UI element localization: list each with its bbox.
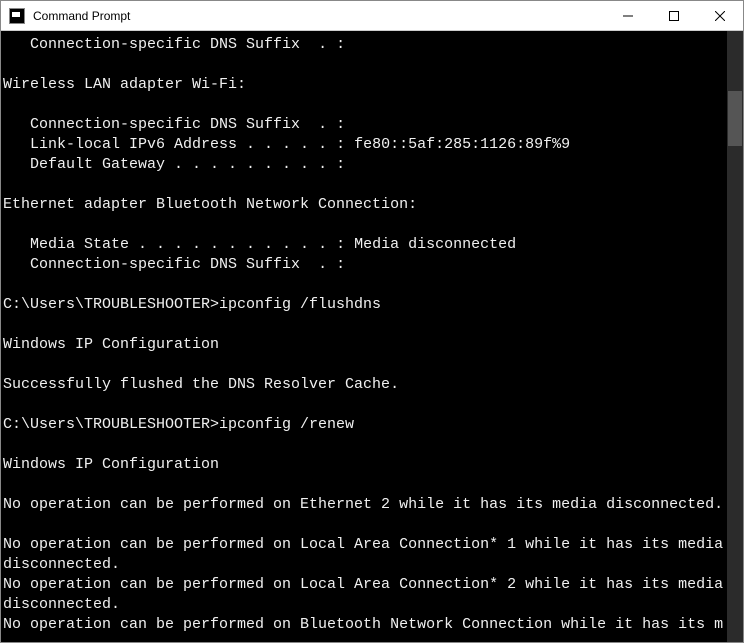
terminal-line: Media State . . . . . . . . . . . : Medi… [3,235,725,255]
terminal-line [3,435,725,455]
terminal-line: Ethernet adapter Bluetooth Network Conne… [3,195,725,215]
terminal-line: No operation can be performed on Local A… [3,575,725,615]
maximize-button[interactable] [651,1,697,30]
terminal-line: Default Gateway . . . . . . . . . : [3,155,725,175]
terminal-line [3,215,725,235]
terminal-line [3,475,725,495]
terminal-line [3,55,725,75]
terminal-line: No operation can be performed on Local A… [3,535,725,575]
terminal-line [3,515,725,535]
terminal-line: Windows IP Configuration [3,455,725,475]
terminal-line [3,355,725,375]
terminal-area: Connection-specific DNS Suffix . : Wirele… [1,31,743,642]
terminal-line [3,175,725,195]
maximize-icon [669,11,679,21]
terminal-line: C:\Users\TROUBLESHOOTER>ipconfig /renew [3,415,725,435]
terminal-line [3,315,725,335]
cmd-icon [9,8,25,24]
scrollbar-thumb[interactable] [728,91,742,146]
terminal-line: Wireless LAN adapter Wi-Fi: [3,75,725,95]
terminal-line: No operation can be performed on Etherne… [3,495,725,515]
minimize-button[interactable] [605,1,651,30]
terminal-line: Connection-specific DNS Suffix . : [3,255,725,275]
titlebar[interactable]: Command Prompt [1,1,743,31]
terminal-line: Link-local IPv6 Address . . . . . : fe80… [3,135,725,155]
window-title: Command Prompt [33,9,605,23]
terminal-line: Successfully flushed the DNS Resolver Ca… [3,375,725,395]
terminal-line [3,395,725,415]
close-icon [715,11,725,21]
terminal-line: No operation can be performed on Bluetoo… [3,615,725,635]
terminal-output[interactable]: Connection-specific DNS Suffix . : Wirele… [1,31,727,642]
terminal-line: Connection-specific DNS Suffix . : [3,35,725,55]
terminal-line: C:\Users\TROUBLESHOOTER>ipconfig /flushd… [3,295,725,315]
window-controls [605,1,743,30]
terminal-line [3,275,725,295]
minimize-icon [623,11,633,21]
close-button[interactable] [697,1,743,30]
terminal-line [3,95,725,115]
terminal-line: Connection-specific DNS Suffix . : [3,115,725,135]
scrollbar-track[interactable] [727,31,743,642]
terminal-line: Windows IP Configuration [3,335,725,355]
